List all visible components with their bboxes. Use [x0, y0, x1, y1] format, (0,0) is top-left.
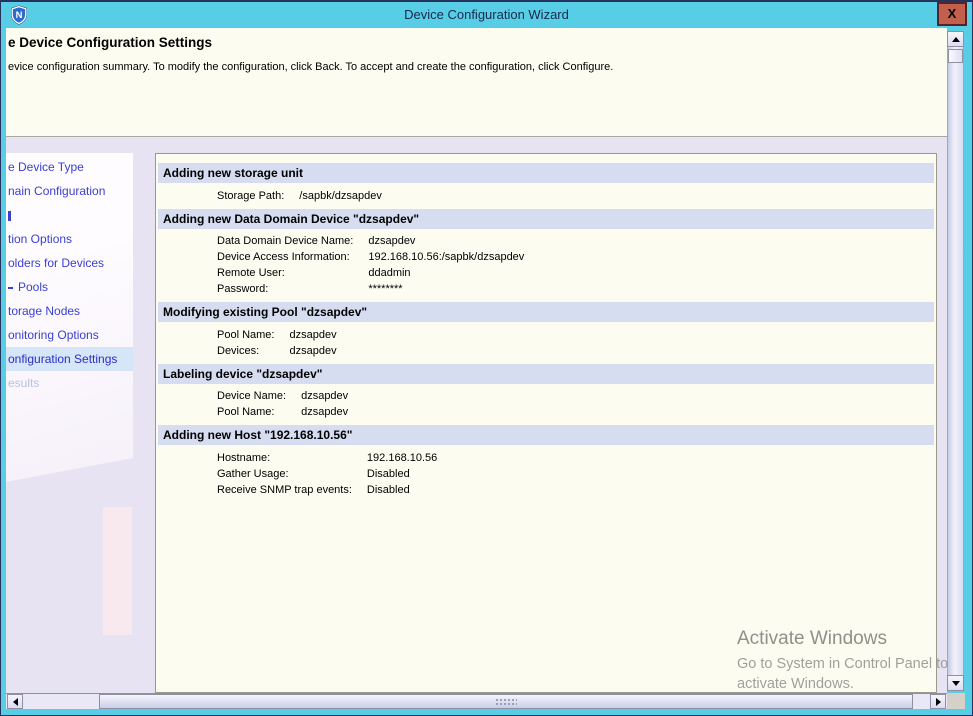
field-label: Receive SNMP trap events: [217, 484, 352, 497]
wizard-body: e Device Type nain Configuration tion Op… [6, 137, 947, 693]
scroll-up-button[interactable] [947, 31, 964, 47]
sidebar-item-pools[interactable]: Pools [6, 275, 133, 299]
field-label: Devices: [217, 345, 274, 358]
sidebar-item-label: onfiguration Settings [8, 352, 117, 366]
field-label: Pool Name: [217, 406, 286, 419]
scroll-left-button[interactable] [7, 694, 23, 709]
sidebar-item-configuration-options[interactable]: tion Options [6, 227, 133, 251]
field-label: Device Name: [217, 390, 286, 403]
field-value: dzsapdev [289, 345, 936, 358]
sidebar-item-label: onitoring Options [8, 328, 99, 342]
section-header: Adding new Data Domain Device "dzsapdev" [158, 209, 934, 229]
page-description: evice configuration summary. To modify t… [8, 61, 613, 73]
field-value: 192.168.10.56:/sapbk/dzsapdev [368, 251, 936, 264]
sidebar-item-clipped[interactable] [6, 203, 133, 227]
field-value: dzsapdev [301, 390, 936, 403]
field-label: Storage Path: [217, 190, 284, 203]
arrow-down-icon [952, 681, 960, 686]
field-label: Data Domain Device Name: [217, 235, 353, 248]
device-configuration-wizard-window: N Device Configuration Wizard X e Device… [0, 0, 973, 716]
arrow-right-icon [936, 698, 941, 706]
scroll-down-button[interactable] [947, 675, 964, 691]
vertical-scrollbar[interactable] [947, 31, 964, 691]
sidebar-item-monitoring-options[interactable]: onitoring Options [6, 323, 133, 347]
field-value: dzsapdev [368, 235, 936, 248]
sidebar-item-results[interactable]: esults [6, 371, 133, 395]
thumb-grip-icon [495, 698, 517, 707]
wizard-header: e Device Configuration Settings evice co… [6, 28, 947, 137]
sidebar-item-label: e Device Type [8, 160, 84, 174]
section-labeling-device: Labeling device "dzsapdev" Device Name: d… [156, 364, 936, 419]
field-value: Disabled [367, 484, 936, 497]
section-header: Adding new Host "192.168.10.56" [158, 425, 934, 445]
arrow-left-icon [13, 698, 18, 706]
close-button[interactable]: X [937, 2, 967, 26]
arrow-up-icon [952, 37, 960, 42]
sidebar-item-label: olders for Devices [8, 256, 104, 270]
field-value: 192.168.10.56 [367, 452, 936, 465]
field-value: /sapbk/dzsapdev [299, 190, 936, 203]
field-label: Remote User: [217, 267, 353, 280]
sidebar-item-label: tion Options [8, 232, 72, 246]
section-header: Modifying existing Pool "dzsapdev" [158, 302, 934, 322]
sidebar-item-label: torage Nodes [8, 304, 80, 318]
sidebar-item-label: nain Configuration [8, 184, 105, 198]
section-data-domain-device: Adding new Data Domain Device "dzsapdev"… [156, 209, 936, 296]
field-value: ******** [368, 283, 936, 296]
sidebar-item-device-type[interactable]: e Device Type [6, 155, 133, 179]
sidebar-item-label: esults [8, 376, 39, 390]
sidebar-item-label: Pools [18, 280, 48, 294]
scrollbar-corner [947, 693, 965, 709]
field-label: Hostname: [217, 452, 352, 465]
clipped-text-fragment [8, 287, 13, 289]
sidebar-item-folders-for-devices[interactable]: olders for Devices [6, 251, 133, 275]
field-value: dzsapdev [289, 329, 936, 342]
title-bar[interactable]: N Device Configuration Wizard X [2, 2, 971, 28]
field-label: Pool Name: [217, 329, 274, 342]
wizard-steps-list: e Device Type nain Configuration tion Op… [6, 155, 133, 395]
field-label: Device Access Information: [217, 251, 353, 264]
wizard-client-area: e Device Configuration Settings evice co… [6, 28, 965, 709]
field-value: Disabled [367, 468, 936, 481]
horizontal-scrollbar-thumb[interactable] [99, 694, 913, 709]
vertical-scrollbar-thumb[interactable] [948, 49, 963, 63]
sidebar-pink-accent [103, 507, 132, 635]
section-storage-unit: Adding new storage unit Storage Path: /sa… [156, 163, 936, 202]
window-title: Device Configuration Wizard [2, 2, 971, 28]
field-value: dzsapdev [301, 406, 936, 419]
field-label: Gather Usage: [217, 468, 352, 481]
configuration-summary-panel: Adding new storage unit Storage Path: /sa… [155, 153, 937, 693]
section-header: Labeling device "dzsapdev" [158, 364, 934, 384]
sidebar-item-domain-configuration[interactable]: nain Configuration [6, 179, 133, 203]
field-value: ddadmin [368, 267, 936, 280]
section-header: Adding new storage unit [158, 163, 934, 183]
scroll-right-button[interactable] [930, 694, 946, 709]
sidebar-item-storage-nodes[interactable]: torage Nodes [6, 299, 133, 323]
section-add-host: Adding new Host "192.168.10.56" Hostname… [156, 425, 936, 496]
clipped-text-fragment [8, 211, 11, 221]
page-title: e Device Configuration Settings [8, 35, 212, 50]
horizontal-scrollbar[interactable] [6, 693, 947, 709]
field-label: Password: [217, 283, 353, 296]
sidebar-item-review-configuration-settings[interactable]: onfiguration Settings [6, 347, 133, 371]
section-modify-pool: Modifying existing Pool "dzsapdev" Pool … [156, 302, 936, 357]
